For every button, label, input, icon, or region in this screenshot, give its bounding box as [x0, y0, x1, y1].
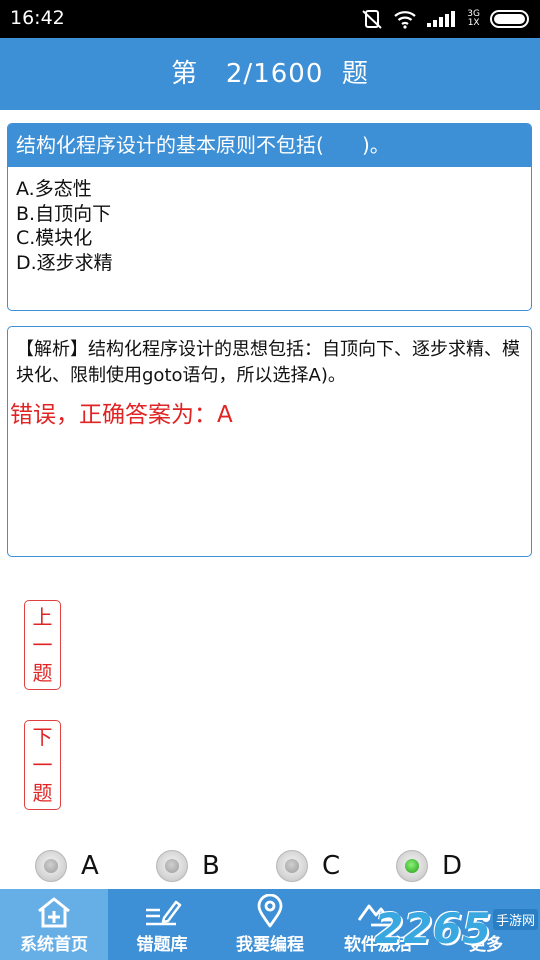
mute-vibrate-icon: [362, 10, 382, 29]
answer-radio-group: A B C D: [0, 846, 540, 886]
radio-dot-b[interactable]: [156, 850, 188, 882]
radio-label-a[interactable]: A: [81, 851, 99, 881]
option-c: C.模块化: [16, 227, 93, 249]
next-char-2: 一: [32, 753, 53, 777]
next-char-3: 题: [32, 781, 53, 805]
question-options: A.多态性 B.自顶向下 C.模块化 D.逐步求精: [8, 167, 531, 285]
tab-wrong-questions[interactable]: 错题库: [108, 889, 216, 960]
tab-programming-label: 我要编程: [236, 935, 304, 955]
status-bar: 16:42 3G 1X: [0, 0, 540, 38]
tab-more-label: 更多: [469, 935, 503, 955]
network-type: 3G 1X: [467, 10, 480, 28]
answer-radio-d[interactable]: D: [396, 846, 462, 886]
answer-radio-c[interactable]: C: [276, 846, 340, 886]
next-char-1: 下: [32, 725, 53, 749]
question-text: 结构化程序设计的基本原则不包括( )。: [8, 124, 531, 167]
status-icons: 3G 1X: [361, 6, 532, 32]
prev-char-1: 上: [32, 605, 53, 629]
header: 第 2/1600 题: [0, 38, 540, 110]
prev-char-3: 题: [32, 661, 53, 685]
tab-activation[interactable]: 软件激活: [324, 889, 432, 960]
tab-more[interactable]: 更多: [432, 889, 540, 960]
option-a: A.多态性: [16, 178, 92, 200]
analysis-text: 【解析】结构化程序设计的思想包括：自顶向下、逐步求精、模块化、限制使用goto语…: [16, 339, 520, 386]
tab-programming[interactable]: 我要编程: [216, 889, 324, 960]
answer-radio-b[interactable]: B: [156, 846, 220, 886]
wifi-icon: [394, 11, 417, 29]
app-root: 16:42 3G 1X 第 2/1600 题 结构化程序设计的基本原则不包括(…: [0, 0, 540, 960]
prev-char-2: 一: [32, 633, 53, 657]
answer-radio-a[interactable]: A: [35, 846, 99, 886]
location-pin-icon: [257, 894, 283, 928]
pencil-lines-icon: [146, 900, 182, 926]
question-counter-title: 第 2/1600 题: [171, 59, 369, 89]
next-question-button[interactable]: 下 一 题: [24, 720, 61, 810]
more-dots-icon: [470, 914, 502, 922]
network-type-bottom: 1X: [467, 18, 480, 28]
answer-result: 错误，正确答案为：A: [10, 402, 233, 428]
bottom-tab-bar: 系统首页 错题库 我要编程 软件激活 更多: [0, 889, 540, 960]
radio-label-c[interactable]: C: [322, 851, 340, 881]
radio-label-d[interactable]: D: [442, 851, 462, 881]
home-plus-icon: [38, 897, 70, 928]
tab-wrong-questions-label: 错题库: [136, 935, 188, 955]
tab-activation-label: 软件激活: [344, 935, 412, 955]
radio-dot-d[interactable]: [396, 850, 428, 882]
signal-icon: [427, 11, 456, 27]
analysis-card: 【解析】结构化程序设计的思想包括：自顶向下、逐步求精、模块化、限制使用goto语…: [7, 326, 532, 557]
tab-home[interactable]: 系统首页: [0, 889, 108, 960]
option-b: B.自顶向下: [16, 202, 112, 225]
radio-dot-a[interactable]: [35, 850, 67, 882]
tab-home-label: 系统首页: [20, 935, 88, 955]
status-time: 16:42: [10, 7, 65, 29]
question-card: 结构化程序设计的基本原则不包括( )。 A.多态性 B.自顶向下 C.模块化 D…: [7, 123, 532, 311]
radio-dot-c[interactable]: [276, 850, 308, 882]
mountain-icon: [357, 904, 397, 927]
radio-label-b[interactable]: B: [202, 851, 220, 881]
option-d: D.逐步求精: [16, 251, 113, 274]
previous-question-button[interactable]: 上 一 题: [24, 600, 61, 690]
battery-icon: [490, 10, 529, 28]
